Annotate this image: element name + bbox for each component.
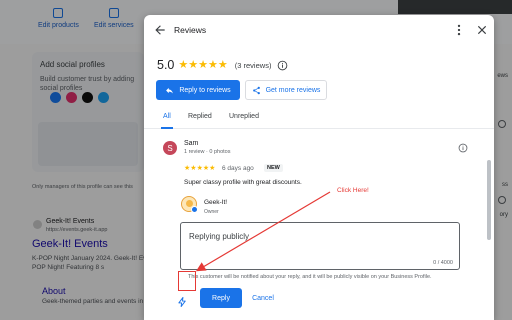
annotation-callout: Click Here! (337, 187, 369, 194)
review-stars: ★ ★ ★ ★ ★ (184, 165, 215, 172)
more-vert-icon[interactable] (452, 23, 466, 37)
review-info-icon[interactable] (458, 143, 468, 153)
quick-reply-button[interactable] (174, 293, 191, 310)
reply-placeholder: Replying publicly (189, 232, 250, 241)
reply-button[interactable]: Reply (200, 288, 242, 308)
active-tab-indicator (161, 127, 173, 129)
back-arrow-icon[interactable] (153, 23, 167, 37)
tab-replied[interactable]: Replied (188, 113, 212, 120)
reply-icon (166, 87, 174, 93)
annotation-highlight-box (178, 271, 196, 291)
star-icon: ★ (208, 58, 218, 71)
review-date: 6 days ago (222, 165, 254, 172)
review-text: Super classy profile with great discount… (184, 179, 302, 186)
dialog-header: Reviews (144, 15, 494, 45)
tab-all[interactable]: All (163, 113, 171, 120)
reviewer-meta: 1 review · 0 photos (184, 149, 231, 155)
scrollbar-thumb[interactable] (487, 160, 491, 240)
owner-role: Owner (204, 209, 219, 215)
reply-textarea[interactable]: Replying publicly 0 / 4000 (180, 222, 460, 270)
star-icon: ★ (209, 165, 216, 172)
rating-value: 5.0 (157, 58, 175, 72)
lightning-bolt-icon (178, 296, 186, 307)
get-more-reviews-label: Get more reviews (265, 86, 321, 94)
reviews-dialog: Reviews 5.0 ★ ★ ★ ★ ★ (3 reviews) Reply to r… (144, 15, 494, 320)
share-icon (252, 86, 260, 94)
tab-unreplied[interactable]: Unreplied (229, 113, 259, 120)
get-more-reviews-button[interactable]: Get more reviews (245, 80, 327, 100)
dialog-title: Reviews (174, 25, 207, 35)
reply-to-reviews-label: Reply to reviews (179, 86, 231, 94)
review-count: (3 reviews) (234, 60, 272, 70)
new-badge: NEW (264, 164, 283, 172)
star-icon: ★ (188, 58, 199, 71)
reply-to-reviews-button[interactable]: Reply to reviews (156, 80, 240, 100)
overall-rating: 5.0 ★ ★ ★ ★ ★ (3 reviews) (157, 56, 288, 74)
cancel-button[interactable]: Cancel (248, 288, 278, 308)
reply-char-counter: 0 / 4000 (433, 260, 453, 266)
owner-name: Geek-It! (204, 199, 228, 206)
review-list: S Sam 1 review · 0 photos ★ ★ ★ ★ ★ 6 days a… (144, 130, 494, 320)
reply-visibility-note: This customer will be notified about you… (188, 274, 432, 280)
verified-check-icon (191, 206, 198, 213)
review-tabs: All Replied Unreplied (144, 109, 494, 129)
star-icon: ★ (178, 58, 189, 71)
star-icon: ★ (198, 58, 209, 71)
reviewer-name: Sam (184, 140, 199, 147)
close-icon[interactable] (475, 23, 489, 37)
rating-stars: ★ ★ ★ ★ ★ (178, 58, 228, 71)
info-icon[interactable] (277, 60, 288, 71)
reviewer-avatar: S (163, 141, 177, 155)
star-icon: ★ (217, 58, 228, 71)
